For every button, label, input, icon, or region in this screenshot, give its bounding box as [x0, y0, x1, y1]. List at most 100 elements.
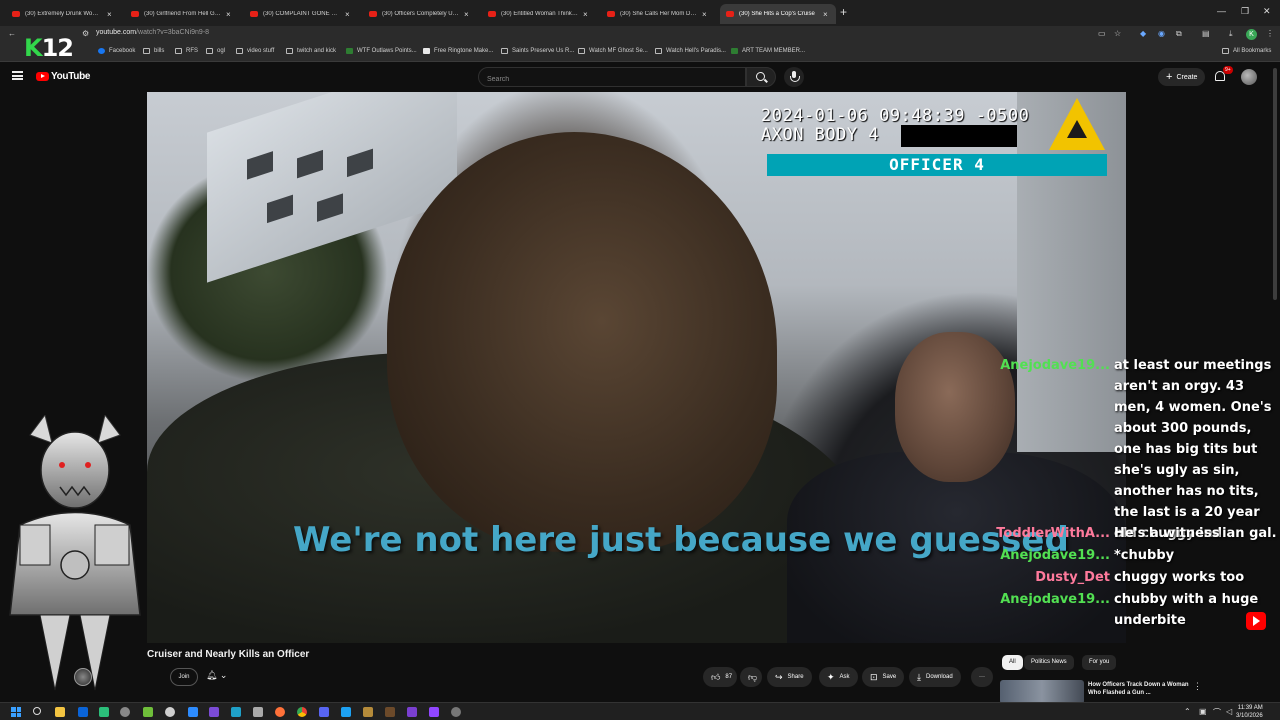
facebook-icon	[98, 48, 105, 54]
firefox-icon[interactable]	[275, 707, 285, 717]
channel-avatar[interactable]	[74, 668, 92, 686]
taskbar-app-icon[interactable]	[165, 707, 175, 717]
bookmark-facebook[interactable]: Facebook	[98, 48, 135, 54]
tab-title: (30) She Calls Her Mom During	[620, 11, 698, 17]
account-avatar[interactable]	[1241, 69, 1257, 85]
browser-tab[interactable]: (30) Entitled Woman Thinks She ×	[482, 4, 600, 24]
close-icon[interactable]: ×	[345, 10, 350, 19]
download-icon[interactable]: ⤓	[1229, 29, 1233, 39]
bookmark-hells-paradise[interactable]: Watch Hell's Paradis...	[655, 48, 726, 54]
subscribe-bell-icon[interactable]: 🔔︎ ⌄	[206, 670, 227, 681]
recommended-video-thumbnail[interactable]	[1000, 680, 1084, 704]
network-icon[interactable]: ⌒	[1213, 707, 1221, 718]
dislike-button[interactable]: 👎︎	[740, 667, 762, 687]
bookmark-rfs[interactable]: RFS	[175, 48, 198, 54]
tray-chevron-icon[interactable]: ⌃	[1184, 707, 1191, 716]
browser-tab[interactable]: (30) She Calls Her Mom During ×	[601, 4, 719, 24]
youtube-logo-icon[interactable]	[36, 72, 49, 81]
close-icon[interactable]: ×	[226, 10, 231, 19]
url-field[interactable]: youtube.com/watch?v=3baCNi9n9-8	[96, 29, 209, 36]
site-info-icon[interactable]: ⚙	[82, 29, 89, 38]
chip-for-you[interactable]: For you	[1082, 655, 1117, 670]
file-explorer-icon[interactable]	[55, 707, 65, 717]
voice-search-mic-icon[interactable]	[784, 67, 804, 87]
settings-gear-icon[interactable]	[451, 707, 461, 717]
close-icon[interactable]: ×	[702, 10, 707, 19]
windows-taskbar: ⌃ ▣ ⌒ ◁ 11:39 AM 3/10/2026	[0, 702, 1280, 720]
tab-title: (30) She Hits a Cop's Cruise	[739, 11, 815, 17]
browser-tab-active[interactable]: (30) She Hits a Cop's Cruise ×	[720, 4, 836, 24]
system-clock[interactable]: 11:39 AM 3/10/2026	[1236, 704, 1263, 720]
ask-button[interactable]: ✦ Ask	[819, 667, 858, 687]
youtube-logo-text[interactable]: YouTube	[51, 71, 91, 82]
extension-icon[interactable]: ◉	[1158, 29, 1165, 38]
join-button[interactable]: Join	[170, 668, 198, 686]
extensions-puzzle-icon[interactable]: ⧉	[1176, 29, 1182, 39]
bookmark-wtf-outlaws[interactable]: WTF Outlaws Points...	[346, 48, 417, 54]
bookmark-bills[interactable]: bills	[143, 48, 164, 54]
video-player[interactable]: 2024-01-06 09:48:39 -0500 AXON BODY 4 OF…	[147, 92, 1126, 643]
taskbar-app-icon[interactable]	[341, 707, 351, 717]
chip-all[interactable]: All	[1002, 655, 1023, 670]
more-actions-button[interactable]: ···	[971, 667, 993, 687]
close-icon[interactable]: ×	[583, 10, 588, 19]
taskbar-app-icon[interactable]	[99, 707, 109, 717]
bookmark-star-icon[interactable]: ☆	[1114, 29, 1121, 38]
recommended-video-title[interactable]: How Officers Track Down a Woman Who Flas…	[1088, 681, 1192, 697]
bookmark-twitch-and-kick[interactable]: twitch and kick	[286, 48, 336, 54]
bookmark-ringtone[interactable]: Free Ringtone Make...	[423, 48, 493, 54]
new-tab-icon[interactable]: +	[840, 5, 847, 19]
taskbar-app-icon[interactable]	[209, 707, 219, 717]
more-vertical-icon[interactable]: ⋮	[1193, 681, 1202, 692]
chip-politics-news[interactable]: Politics News	[1024, 655, 1074, 670]
bookmark-ogl[interactable]: ogl	[206, 48, 225, 54]
bookmark-saints[interactable]: Saints Preserve Us R...	[501, 48, 574, 54]
save-button[interactable]: ⊡ Save	[862, 667, 905, 687]
minimize-icon[interactable]: —	[1217, 6, 1226, 16]
page-scrollbar[interactable]	[1273, 68, 1277, 300]
search-box[interactable]	[478, 67, 746, 89]
taskbar-search-icon[interactable]	[33, 707, 41, 715]
bookmark-art-team[interactable]: ART TEAM MEMBER...	[731, 48, 805, 54]
settings-icon[interactable]	[120, 707, 130, 717]
close-icon[interactable]: ×	[464, 10, 469, 19]
browser-tab[interactable]: (30) Girlfriend From Hell Gets ×	[125, 4, 243, 24]
taskbar-app-icon[interactable]	[143, 707, 153, 717]
taskbar-app-icon[interactable]	[253, 707, 263, 717]
tray-app-icon[interactable]: ▣	[1199, 707, 1207, 716]
bookmark-video-stuff[interactable]: video stuff	[236, 48, 274, 54]
like-button[interactable]: 👍︎ 87	[703, 667, 737, 687]
volume-icon[interactable]: ◁	[1226, 707, 1232, 716]
browser-tab[interactable]: (30) COMPLAINT GONE WRON ×	[244, 4, 362, 24]
search-button[interactable]	[746, 67, 776, 87]
discord-icon[interactable]	[319, 707, 329, 717]
browser-tab[interactable]: (30) Officers Completely Unpr ×	[363, 4, 481, 24]
extension-icon[interactable]: ◆	[1140, 29, 1146, 38]
share-button[interactable]: ↪ Share	[767, 667, 812, 687]
bookmark-mf-ghost[interactable]: Watch MF Ghost Se...	[578, 48, 648, 54]
close-icon[interactable]: ×	[823, 10, 828, 19]
taskbar-app-icon[interactable]	[363, 707, 373, 717]
close-icon[interactable]: ×	[107, 10, 112, 19]
taskbar-app-icon[interactable]	[188, 707, 198, 717]
taskbar-app-icon[interactable]	[385, 707, 395, 717]
profile-avatar[interactable]: K	[1246, 29, 1257, 40]
hamburger-menu-icon[interactable]	[12, 71, 23, 80]
taskbar-app-icon[interactable]	[231, 707, 241, 717]
all-bookmarks[interactable]: All Bookmarks	[1222, 48, 1271, 54]
download-button[interactable]: ⤓ Download	[909, 667, 961, 687]
close-window-icon[interactable]: ✕	[1263, 6, 1271, 17]
windows-start-icon[interactable]	[11, 707, 21, 717]
create-button[interactable]: + Create	[1158, 68, 1206, 86]
browser-tab[interactable]: (30) Extremely Drunk Woman D ×	[6, 4, 124, 24]
maximize-icon[interactable]: ❐	[1241, 6, 1249, 17]
install-app-icon[interactable]: ▭	[1098, 29, 1106, 38]
menu-kebab-icon[interactable]: ⋮	[1266, 29, 1274, 38]
search-input[interactable]	[479, 70, 745, 89]
taskbar-app-icon[interactable]	[407, 707, 417, 717]
chrome-icon[interactable]	[297, 707, 307, 717]
taskbar-app-icon[interactable]	[78, 707, 88, 717]
back-icon[interactable]: ←	[8, 29, 16, 38]
twitch-icon[interactable]	[429, 707, 439, 717]
side-panel-icon[interactable]: ▤	[1202, 29, 1210, 38]
